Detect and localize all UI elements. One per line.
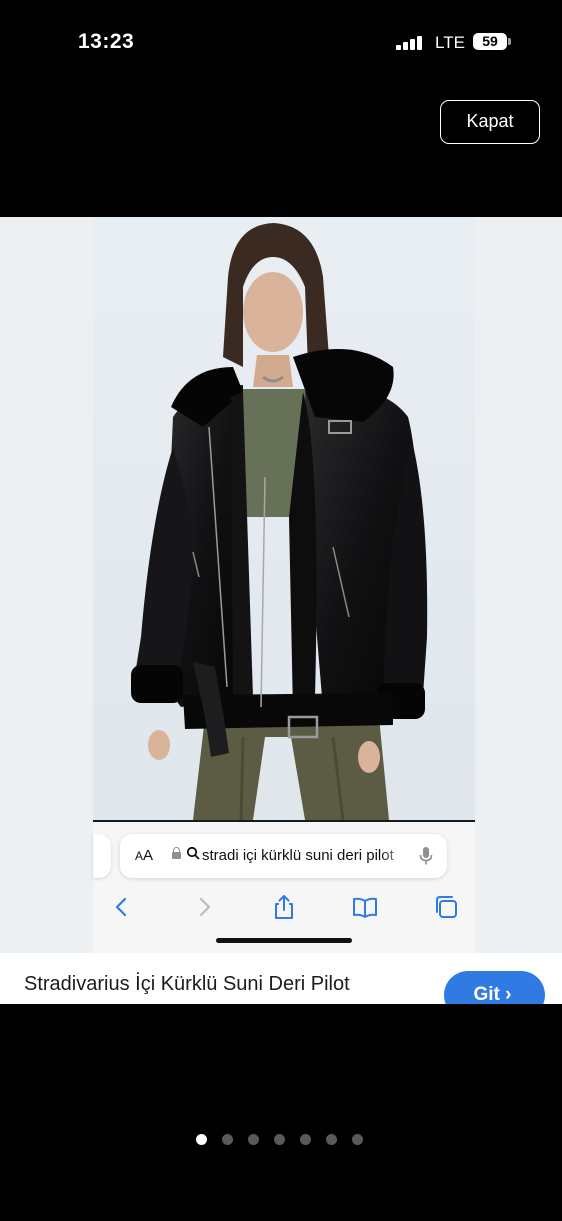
- reader-options-button[interactable]: AA: [135, 847, 153, 864]
- battery-level: 59: [482, 33, 498, 49]
- page-dot[interactable]: [300, 1134, 311, 1145]
- microphone-icon[interactable]: [418, 846, 434, 866]
- bookmarks-icon[interactable]: [352, 894, 378, 920]
- page-dot[interactable]: [196, 1134, 207, 1145]
- status-bar: 13:23 LTE 59: [0, 0, 562, 80]
- product-photo: [93, 217, 475, 820]
- page-dot[interactable]: [352, 1134, 363, 1145]
- go-button[interactable]: Git ›: [444, 971, 545, 1004]
- address-bar[interactable]: AA stradi içi kürklü suni deri pilot: [120, 834, 447, 878]
- battery-tip: [508, 38, 511, 45]
- signal-icon: [396, 36, 424, 50]
- page-dot[interactable]: [248, 1134, 259, 1145]
- lock-icon: [172, 847, 181, 859]
- search-icon: [186, 846, 200, 860]
- previous-tab-peek[interactable]: [93, 834, 111, 878]
- network-label: LTE: [435, 33, 465, 52]
- status-time: 13:23: [78, 30, 135, 53]
- share-icon[interactable]: [271, 894, 297, 920]
- story-image: AA stradi içi kürklü suni deri pilot: [0, 217, 562, 953]
- close-button[interactable]: Kapat: [440, 100, 540, 144]
- jacket-model-illustration: [93, 217, 475, 820]
- battery-icon: 59: [473, 33, 507, 50]
- page-indicator: [196, 1134, 370, 1146]
- product-title: Stradivarius İçi Kürklü Suni Deri Pilot: [24, 973, 350, 995]
- tabs-icon[interactable]: [433, 894, 459, 920]
- page-dot[interactable]: [222, 1134, 233, 1145]
- forward-icon[interactable]: [191, 894, 217, 920]
- back-icon[interactable]: [109, 894, 135, 920]
- safari-toolbar: AA stradi içi kürklü suni deri pilot: [93, 820, 475, 953]
- page-dot[interactable]: [274, 1134, 285, 1145]
- product-banner[interactable]: Stradivarius İçi Kürklü Suni Deri Pilot …: [0, 953, 562, 1004]
- url-text: stradi içi kürklü suni deri pilot: [202, 847, 394, 864]
- page-dot[interactable]: [326, 1134, 337, 1145]
- home-indicator: [216, 938, 352, 943]
